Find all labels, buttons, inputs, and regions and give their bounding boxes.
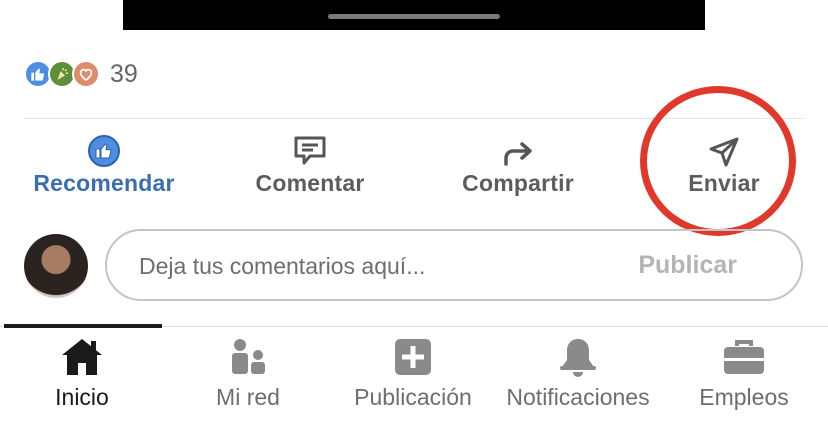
comment-input[interactable] bbox=[137, 231, 611, 301]
scrub-handle[interactable] bbox=[328, 14, 500, 19]
nav-label-post: Publicación bbox=[354, 384, 472, 410]
add-post-icon bbox=[331, 334, 495, 380]
nav-item-jobs[interactable]: Empleos bbox=[662, 334, 826, 411]
nav-item-home[interactable]: Inicio bbox=[0, 334, 164, 411]
share-label: Compartir bbox=[462, 170, 574, 196]
comment-label: Comentar bbox=[255, 170, 365, 196]
share-button[interactable]: Compartir bbox=[418, 128, 618, 197]
comment-button[interactable]: Comentar bbox=[210, 128, 410, 197]
my-network-icon bbox=[166, 334, 330, 380]
comment-box[interactable]: Publicar bbox=[105, 229, 803, 301]
avatar[interactable] bbox=[24, 234, 88, 298]
nav-item-network[interactable]: Mi red bbox=[166, 334, 330, 411]
video-player-bottom[interactable] bbox=[123, 0, 705, 30]
bell-icon bbox=[496, 334, 660, 380]
active-tab-indicator bbox=[4, 324, 162, 328]
thumbs-up-icon bbox=[4, 128, 204, 168]
nav-label-network: Mi red bbox=[216, 384, 280, 410]
highlight-circle-annotation bbox=[640, 86, 796, 236]
publish-button[interactable]: Publicar bbox=[638, 251, 737, 280]
share-arrow-icon bbox=[418, 128, 618, 168]
like-button[interactable]: Recomendar bbox=[4, 128, 204, 197]
reactions-summary[interactable]: 39 bbox=[24, 58, 138, 90]
nav-label-home: Inicio bbox=[55, 384, 109, 410]
briefcase-icon bbox=[662, 334, 826, 380]
reaction-count[interactable]: 39 bbox=[110, 60, 138, 89]
nav-label-jobs: Empleos bbox=[699, 384, 789, 410]
home-icon bbox=[0, 334, 164, 380]
nav-item-post[interactable]: Publicación bbox=[331, 334, 495, 411]
nav-item-notifications[interactable]: Notificaciones bbox=[496, 334, 660, 411]
speech-bubble-icon bbox=[210, 128, 410, 168]
like-label: Recomendar bbox=[33, 170, 175, 196]
nav-label-notifications: Notificaciones bbox=[506, 384, 650, 410]
love-reaction-icon bbox=[72, 60, 100, 88]
